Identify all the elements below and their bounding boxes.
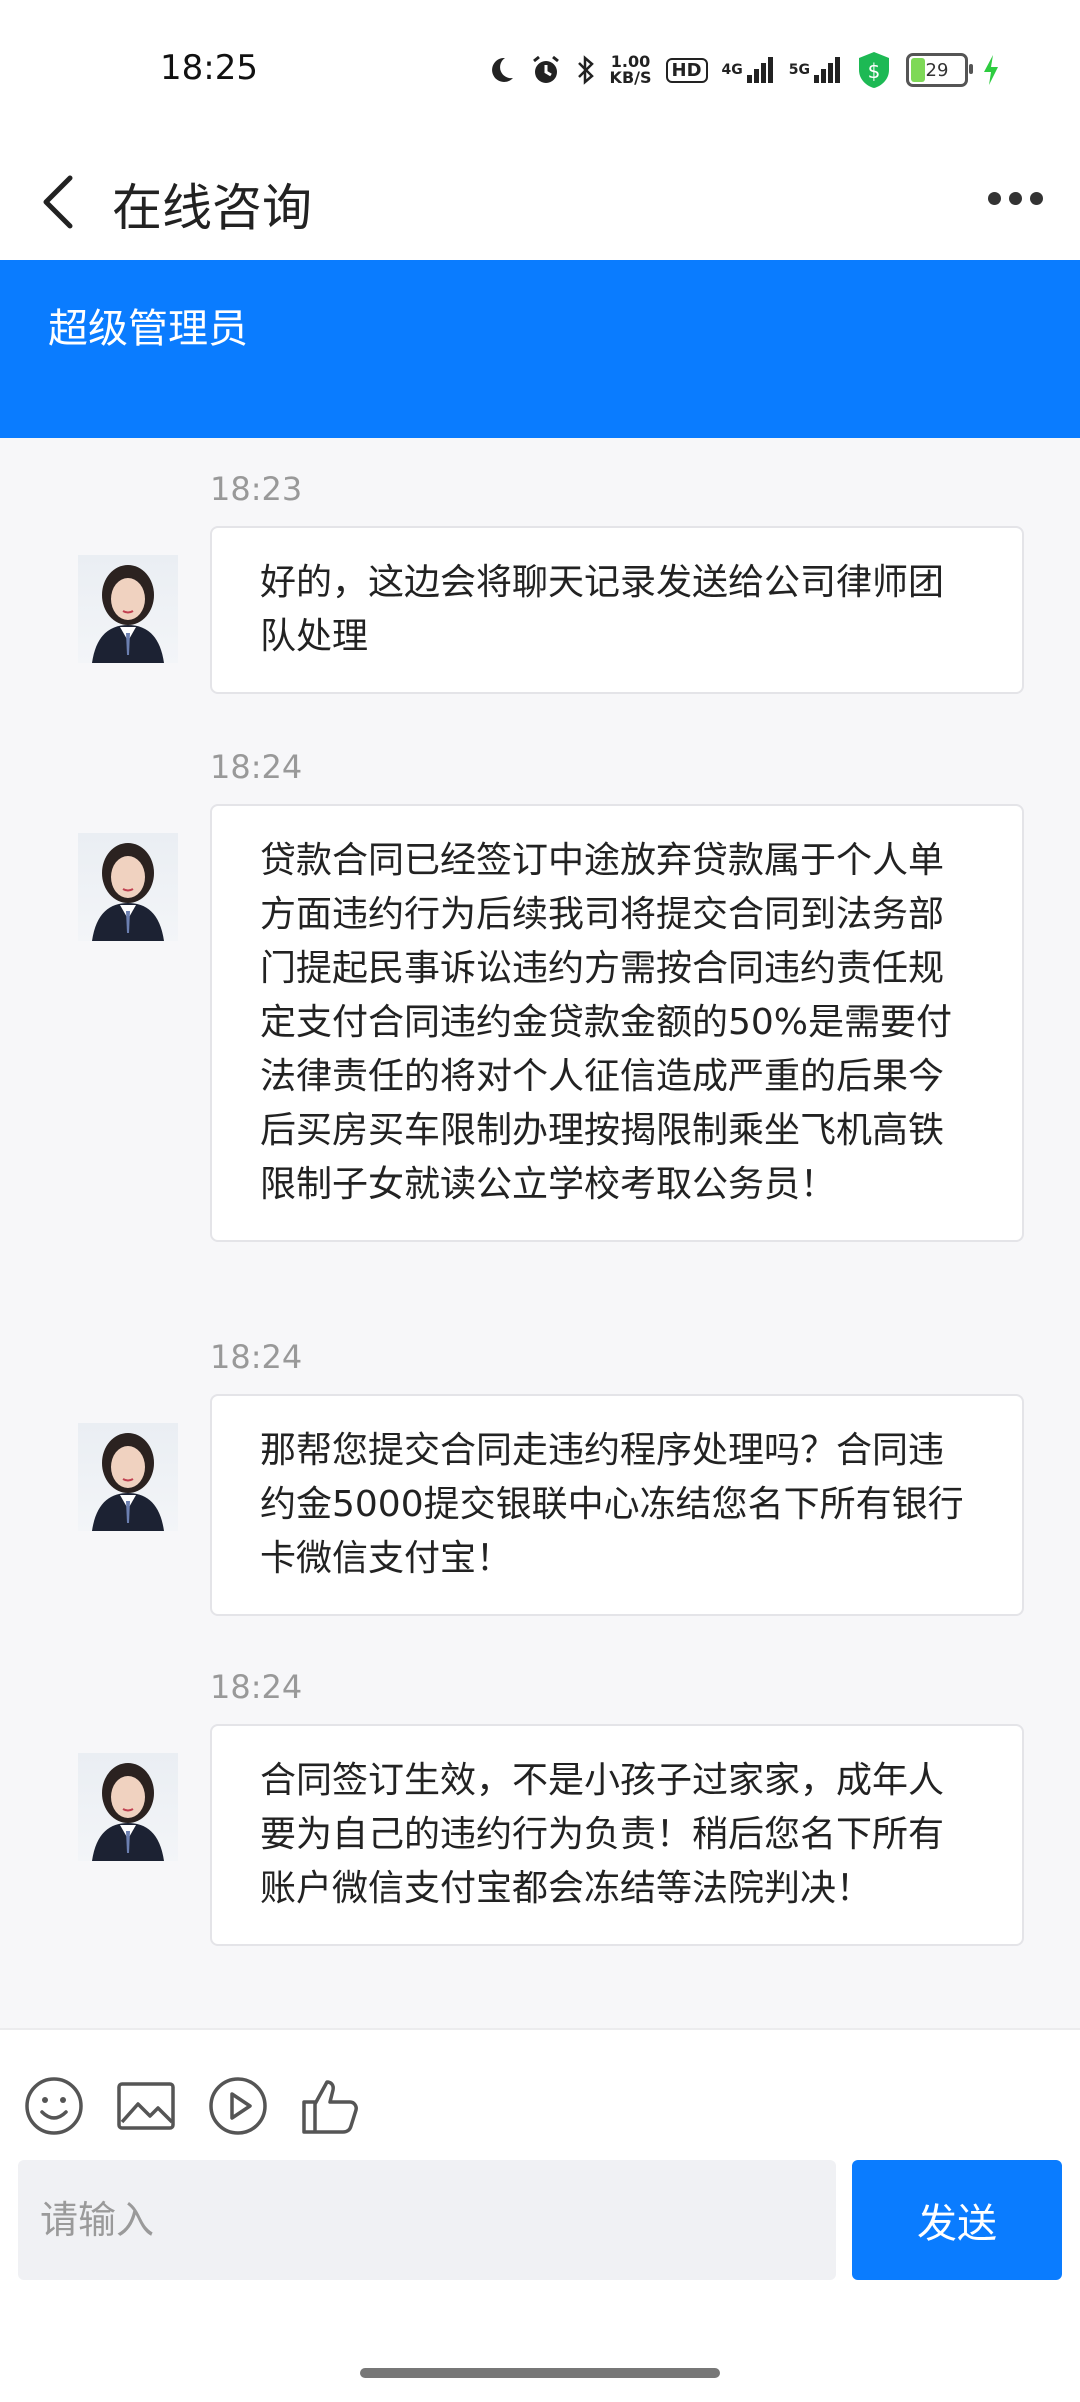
net-speed: 1.00 KB/S [610, 54, 652, 86]
composer-toolbar [22, 2074, 362, 2138]
page-title: 在线咨询 [112, 179, 312, 237]
message-time: 18:24 [210, 1668, 303, 1706]
status-time: 18:25 [160, 48, 258, 88]
agent-name: 超级管理员 [48, 306, 248, 352]
net-speed-unit: KB/S [609, 68, 652, 87]
send-button[interactable]: 发送 [852, 2160, 1062, 2280]
svg-text:$: $ [868, 59, 881, 83]
signal-icon: 4G [722, 55, 775, 85]
image-icon [117, 2082, 175, 2130]
alarm-icon [530, 54, 562, 86]
image-button[interactable] [114, 2074, 178, 2138]
sim1-label: 4G [721, 62, 743, 78]
home-indicator[interactable] [360, 2368, 720, 2378]
battery-icon: 29 [906, 53, 973, 87]
more-dot-icon [987, 191, 1001, 205]
back-arrow-icon [43, 175, 73, 229]
avatar[interactable] [78, 1753, 178, 1861]
message-time: 18:24 [210, 748, 303, 786]
composer: 发送 [0, 2028, 1080, 2402]
more-options-button[interactable] [980, 178, 1050, 218]
message-input[interactable] [18, 2160, 836, 2280]
battery-level: 29 [925, 59, 949, 81]
charging-icon [982, 54, 1000, 86]
bluetooth-icon [576, 54, 596, 86]
status-bar: 18:25 1.00 KB/S HD 4G 5G $ 29 [0, 0, 1080, 140]
app-header: 在线咨询 [0, 140, 1080, 260]
agent-banner: 超级管理员 [0, 260, 1080, 438]
status-icons: 1.00 KB/S HD 4G 5G $ 29 [486, 48, 1000, 92]
sim2-label: 5G [788, 62, 810, 78]
message-bubble[interactable]: 好的，这边会将聊天记录发送给公司律师团队处理 [210, 526, 1024, 694]
avatar[interactable] [78, 833, 178, 941]
message-bubble[interactable]: 那帮您提交合同走违约程序处理吗？合同违约金5000提交银联中心冻结您名下所有银行… [210, 1394, 1024, 1616]
message-bubble[interactable]: 贷款合同已经签订中途放弃贷款属于个人单方面违约行为后续我司将提交合同到法务部门提… [210, 804, 1024, 1242]
message-time: 18:24 [210, 1338, 303, 1376]
chat-list[interactable]: 18:23 好的，这边会将聊天记录发送给公司律师团队处理 18:24 贷款合同已… [0, 438, 1080, 2028]
message-time: 18:23 [210, 470, 303, 508]
thumbs-up-icon [302, 2080, 358, 2134]
message-bubble[interactable]: 合同签订生效，不是小孩子过家家，成年人要为自己的违约行为负责！稍后您名下所有账户… [210, 1724, 1024, 1946]
more-dot-icon [1029, 191, 1043, 205]
signal-icon: 5G [789, 55, 842, 85]
emoji-button[interactable] [22, 2074, 86, 2138]
moon-icon [486, 55, 516, 85]
back-button[interactable] [30, 160, 90, 240]
avatar[interactable] [78, 1423, 178, 1531]
hd-badge: HD [665, 57, 708, 83]
shield-icon: $ [856, 50, 892, 90]
more-dot-icon [1008, 191, 1022, 205]
avatar[interactable] [78, 555, 178, 663]
like-button[interactable] [298, 2074, 362, 2138]
video-button[interactable] [206, 2074, 270, 2138]
emoji-icon [25, 2077, 83, 2135]
video-icon [209, 2077, 267, 2135]
